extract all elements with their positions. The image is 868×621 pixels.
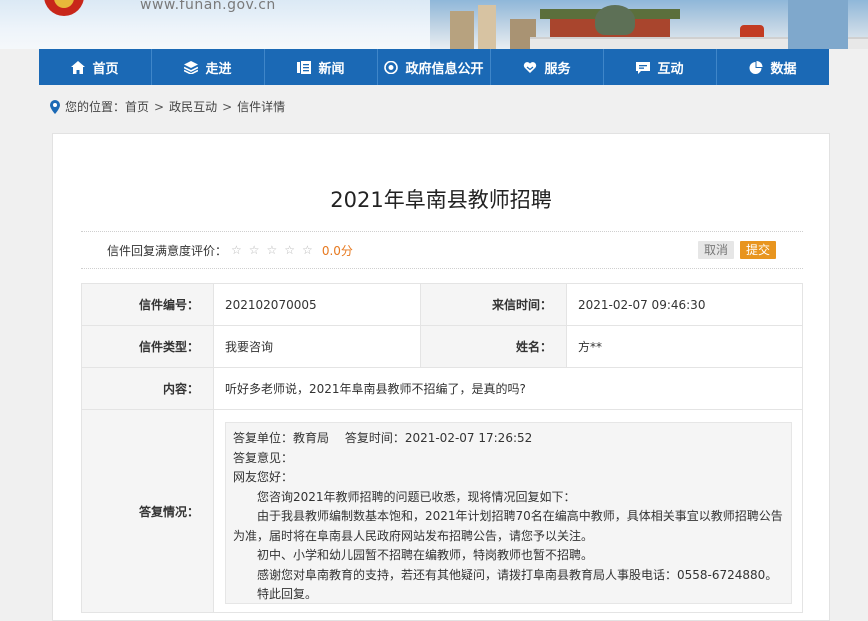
reply-paragraph: 您咨询2021年教师招聘的问题已收悉，现将情况回复如下： [257, 489, 576, 504]
breadcrumb-separator: > [154, 99, 165, 114]
reply-opinion-label: 答复意见： [233, 450, 294, 465]
content-label: 内容： [81, 367, 214, 410]
site-banner: www.funan.gov.cn [0, 0, 868, 49]
nav-label: 新闻 [318, 61, 345, 77]
letter-detail-panel: 2021年阜南县教师招聘 信件回复满意度评价： ☆☆☆☆☆ 0.0分 取消 提交… [52, 133, 830, 621]
breadcrumb: 您的位置： 首页 > 政民互动 > 信件详情 [50, 98, 285, 115]
chat-icon [636, 61, 651, 74]
nav-item-news[interactable]: 新闻 [265, 49, 378, 85]
eye-icon [384, 60, 399, 74]
main-nav: 首页 走进 新闻 政府信息公开 服务 互动 数据 [39, 49, 829, 85]
nav-label: 走进 [205, 61, 232, 77]
breadcrumb-separator: > [222, 99, 233, 114]
table-row: 信件编号： 202102070005 来信时间： 2021-02-07 09:4… [81, 283, 803, 326]
letter-type-value: 我要咨询 [213, 325, 421, 368]
newspaper-icon [297, 60, 312, 74]
national-emblem-logo[interactable] [44, 0, 84, 16]
satisfaction-rating-row: 信件回复满意度评价： ☆☆☆☆☆ 0.0分 取消 提交 [81, 231, 803, 269]
table-row: 信件类型： 我要咨询 姓名： 方** [81, 325, 803, 368]
pie-chart-icon [749, 60, 763, 74]
letter-number-value: 202102070005 [213, 283, 421, 326]
breadcrumb-home[interactable]: 首页 [125, 98, 149, 115]
reply-cell: 答复单位：教育局 答复时间：2021-02-07 17:26:52 答复意见： … [213, 409, 803, 613]
reply-greeting: 网友您好： [233, 470, 294, 484]
table-row: 答复情况： 答复单位：教育局 答复时间：2021-02-07 17:26:52 … [81, 409, 803, 613]
layers-icon [184, 60, 199, 74]
nav-label: 互动 [657, 61, 684, 77]
rating-stars[interactable]: ☆☆☆☆☆ [231, 243, 320, 257]
breadcrumb-current: 信件详情 [237, 100, 286, 114]
table-row: 内容： 听好多老师说，2021年阜南县教师不招编了，是真的吗? [81, 367, 803, 410]
sender-name-label: 姓名： [420, 325, 567, 368]
heart-hand-icon [523, 61, 537, 74]
page-title: 2021年阜南县教师招聘 [330, 188, 552, 212]
nav-item-gov-info[interactable]: 政府信息公开 [378, 49, 491, 85]
letter-time-label: 来信时间： [420, 283, 567, 326]
nav-label: 服务 [544, 61, 571, 77]
nav-item-data[interactable]: 数据 [717, 49, 829, 85]
reply-paragraph: 由于我县教师编制数基本饱和，2021年计划招聘70名在编高中教师，具体相关事宜以… [233, 509, 783, 543]
nav-label: 首页 [92, 61, 119, 77]
content-value: 听好多老师说，2021年阜南县教师不招编了，是真的吗? [213, 367, 803, 410]
home-icon [71, 60, 86, 74]
location-pin-icon [50, 99, 60, 114]
nav-item-service[interactable]: 服务 [491, 49, 604, 85]
cancel-button[interactable]: 取消 [698, 241, 735, 259]
reply-label: 答复情况： [81, 409, 214, 613]
submit-button[interactable]: 提交 [740, 241, 777, 259]
reply-box: 答复单位：教育局 答复时间：2021-02-07 17:26:52 答复意见： … [225, 422, 792, 604]
nav-item-home[interactable]: 首页 [39, 49, 152, 85]
rating-score: 0.0分 [321, 243, 353, 258]
breadcrumb-prefix: 您的位置： [65, 100, 126, 114]
letter-info-table: 信件编号： 202102070005 来信时间： 2021-02-07 09:4… [81, 283, 803, 613]
reply-paragraph: 初中、小学和幼儿园暂不招聘在编教师，特岗教师也暂不招聘。 [257, 548, 594, 562]
sender-name-value: 方** [566, 325, 803, 368]
reply-unit-line: 答复单位：教育局 答复时间：2021-02-07 17:26:52 [233, 431, 533, 445]
breadcrumb-interaction[interactable]: 政民互动 [169, 98, 217, 115]
nav-label: 数据 [770, 61, 797, 77]
banner-skyline-image [430, 0, 868, 49]
nav-item-interact[interactable]: 互动 [604, 49, 717, 85]
reply-paragraph: 特此回复。 [257, 587, 318, 601]
letter-number-label: 信件编号： [81, 283, 214, 326]
letter-type-label: 信件类型： [81, 325, 214, 368]
rating-label: 信件回复满意度评价： [107, 243, 228, 258]
site-url[interactable]: www.funan.gov.cn [140, 0, 276, 13]
letter-time-value: 2021-02-07 09:46:30 [566, 283, 803, 326]
nav-label: 政府信息公开 [405, 61, 484, 77]
nav-item-about[interactable]: 走进 [152, 49, 265, 85]
reply-paragraph: 感谢您对阜南教育的支持，若还有其他疑问，请拨打阜南县教育局人事股电话：0558-… [257, 567, 778, 582]
